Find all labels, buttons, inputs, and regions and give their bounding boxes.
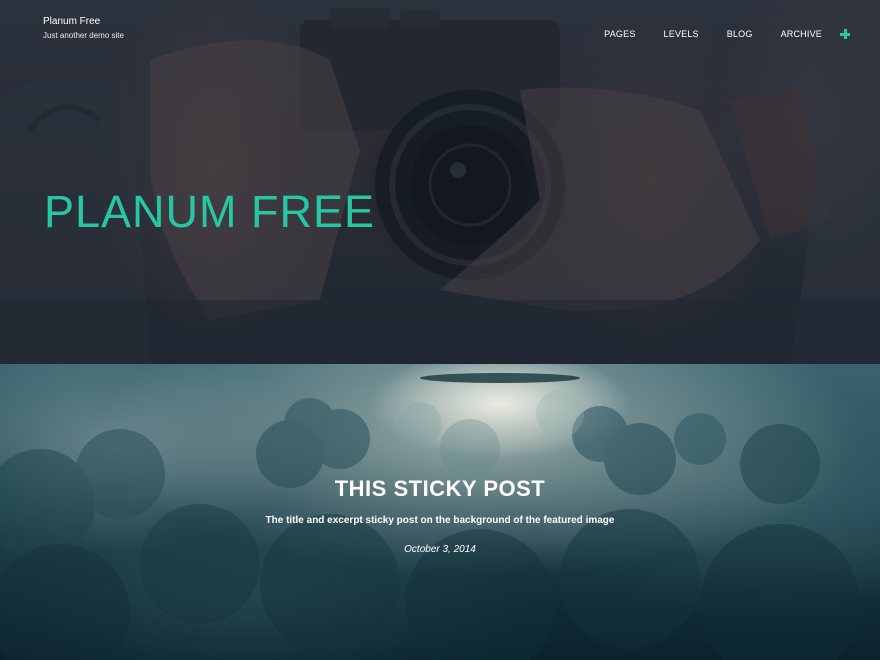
site-title[interactable]: Planum Free [43,16,124,27]
hero-header: Planum Free Just another demo site PAGES… [0,0,880,364]
site-description: Just another demo site [43,31,124,40]
nav-item-archive[interactable]: ARCHIVE [781,29,822,39]
post-date[interactable]: October 3, 2014 [0,544,880,555]
post-title[interactable]: THIS STICKY POST [0,476,880,502]
site-branding: Planum Free Just another demo site [43,16,124,40]
hero-title: PLANUM FREE [44,186,376,237]
hero-overlay [0,0,880,364]
main-navigation: PAGES LEVELS BLOG ARCHIVE [604,29,850,39]
sticky-post: THIS STICKY POST The title and excerpt s… [0,364,880,660]
post-excerpt: The title and excerpt sticky post on the… [265,515,615,526]
sticky-post-overlay [0,364,880,660]
nav-item-blog[interactable]: BLOG [727,29,753,39]
nav-item-pages[interactable]: PAGES [604,29,635,39]
plus-icon[interactable] [840,29,850,39]
nav-item-levels[interactable]: LEVELS [664,29,699,39]
